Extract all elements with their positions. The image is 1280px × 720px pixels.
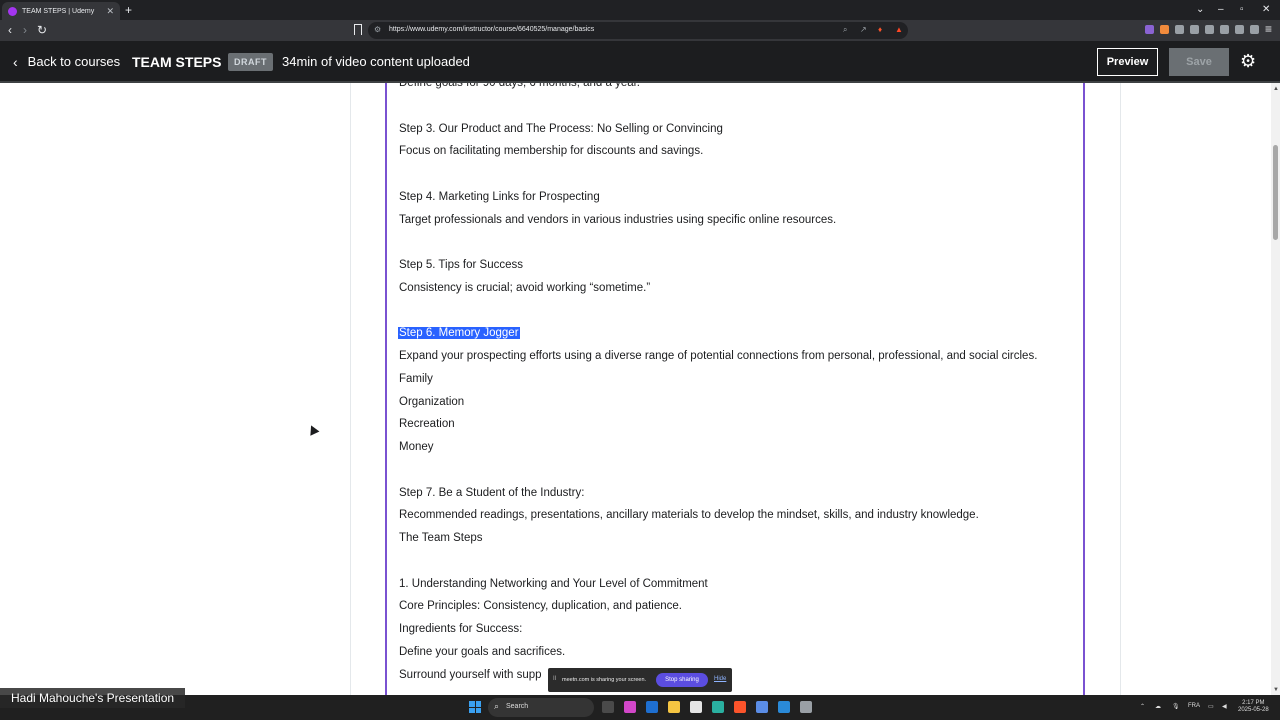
selected-text-line: Step 6. Memory Jogger xyxy=(398,327,520,340)
edge-icon[interactable] xyxy=(712,701,724,713)
extensions-puzzle-icon[interactable] xyxy=(1175,25,1184,34)
editor-text-line: Family xyxy=(399,372,433,385)
rich-text-editor[interactable]: Define goals for 90 days, 6 months, and … xyxy=(385,83,1085,703)
editor-text-line: 1. Understanding Networking and Your Lev… xyxy=(399,577,708,590)
editor-text-line: Step 7. Be a Student of the Industry: xyxy=(399,486,585,499)
volume-icon[interactable]: ◀ xyxy=(1222,703,1227,710)
mouse-cursor-icon xyxy=(306,423,320,436)
network-icon[interactable]: ▭ xyxy=(1208,703,1214,710)
extension-icon[interactable] xyxy=(1160,25,1169,34)
downloads-icon[interactable] xyxy=(1190,25,1199,34)
clock-date: 2025-05-28 xyxy=(1238,707,1269,713)
minimize-icon[interactable]: – xyxy=(1218,3,1224,17)
microphone-icon[interactable]: 🎙 xyxy=(1172,703,1180,710)
store-icon[interactable] xyxy=(690,701,702,713)
window-close-icon[interactable]: ✕ xyxy=(1262,3,1270,17)
editor-text-line: Step 5. Tips for Success xyxy=(399,259,524,271)
tab-close-icon[interactable]: ✕ xyxy=(106,6,114,16)
back-label: Back to courses xyxy=(27,54,121,69)
content-column-left-border xyxy=(350,83,351,695)
zoom-icon[interactable]: ⌕ xyxy=(843,25,847,35)
search-icon: ⌕ xyxy=(494,701,500,711)
nav-forward-icon[interactable]: › xyxy=(23,23,27,37)
copilot-icon[interactable] xyxy=(624,701,636,713)
clock-time: 2:17 PM xyxy=(1242,700,1265,706)
tab-search-chevron-icon[interactable]: ⌄ xyxy=(1196,3,1204,17)
windows-taskbar: ⌕ Search ⌃ ☁ 🎙 FRA ▭ ◀ 2:17 PM 2025-05-2… xyxy=(0,695,1280,720)
editor-text-line: Consistency is crucial; avoid working “s… xyxy=(399,281,651,294)
presentation-label: Hadi Mahouche's Presentation xyxy=(0,688,185,708)
language-indicator[interactable]: FRA xyxy=(1188,703,1200,709)
browser-menu-icon[interactable]: ≡ xyxy=(1265,22,1272,36)
new-tab-icon[interactable]: + xyxy=(125,3,132,17)
editor-text-line: Step 3. Our Product and The Process: No … xyxy=(399,122,723,135)
outlook-icon[interactable] xyxy=(646,701,658,713)
brave-shield-icon[interactable]: ♦ xyxy=(878,25,882,34)
tray-chevron-icon[interactable]: ⌃ xyxy=(1140,703,1145,710)
editor-text-line: Recommended readings, presentations, anc… xyxy=(399,509,979,522)
hide-banner-link[interactable]: Hide xyxy=(714,676,726,682)
browser-toolbar: ‹ › ↻ ⚙ https://www.udemy.com/instructor… xyxy=(0,20,1280,41)
editor-text-line: Define goals for 90 days, 6 months, and … xyxy=(399,83,641,89)
file-explorer-icon[interactable] xyxy=(668,701,680,713)
gear-icon[interactable]: ⚙ xyxy=(1240,52,1256,70)
status-badge: DRAFT xyxy=(228,53,273,71)
maximize-icon[interactable]: ▫ xyxy=(1240,3,1244,17)
course-title: TEAM STEPS xyxy=(132,54,222,70)
editor-text-line: Ingredients for Success: xyxy=(399,623,523,635)
udemy-favicon-icon xyxy=(8,6,17,16)
save-button[interactable]: Save xyxy=(1169,48,1229,76)
editor-text-line: Expand your prospecting efforts using a … xyxy=(399,350,1038,362)
windows-start-icon[interactable] xyxy=(469,701,481,713)
extension-icon[interactable] xyxy=(1145,25,1154,34)
share-message: meetn.com is sharing your screen. xyxy=(562,677,647,683)
tab-title: TEAM STEPS | Udemy xyxy=(22,7,95,15)
site-info-icon[interactable]: ⚙ xyxy=(374,25,381,34)
weather-icon[interactable]: ☁ xyxy=(1155,703,1161,710)
taskbar-search[interactable]: ⌕ Search xyxy=(488,698,594,717)
brave-icon[interactable] xyxy=(734,701,746,713)
scrollbar-thumb[interactable] xyxy=(1273,145,1278,240)
scroll-down-icon[interactable]: ▼ xyxy=(1273,687,1279,693)
bookmark-icon[interactable] xyxy=(354,24,362,35)
browser-tab[interactable]: TEAM STEPS | Udemy ✕ xyxy=(2,2,120,20)
app-icon[interactable] xyxy=(756,701,768,713)
nav-back-icon[interactable]: ‹ xyxy=(8,23,12,37)
editor-text-line: Target professionals and vendors in vari… xyxy=(399,213,837,226)
back-to-courses-link[interactable]: ‹ Back to courses xyxy=(13,54,120,69)
editor-text-line: The Team Steps xyxy=(399,532,483,544)
editor-text-line: Step 4. Marketing Links for Prospecting xyxy=(399,190,600,203)
screen-share-banner: II meetn.com is sharing your screen. Sto… xyxy=(548,668,732,692)
task-view-icon[interactable] xyxy=(602,701,614,713)
stop-sharing-button[interactable]: Stop sharing xyxy=(656,673,708,687)
shield-icon[interactable] xyxy=(1250,25,1259,34)
system-clock[interactable]: 2:17 PM 2025-05-28 xyxy=(1238,700,1269,714)
vpn-icon[interactable] xyxy=(1235,25,1244,34)
pause-icon: II xyxy=(553,676,557,682)
browser-tab-strip: TEAM STEPS | Udemy ✕ + ⌄ – ▫ ✕ xyxy=(0,0,1280,20)
brave-rewards-icon[interactable]: ▲ xyxy=(895,25,903,34)
editor-text-line: Focus on facilitating membership for dis… xyxy=(399,145,704,158)
search-label: Search xyxy=(506,703,529,710)
scroll-up-icon[interactable]: ▲ xyxy=(1273,86,1279,92)
wallet-icon[interactable] xyxy=(1220,25,1229,34)
share-icon[interactable]: ↗ xyxy=(860,25,867,34)
telegram-icon[interactable] xyxy=(778,701,790,713)
editor-text-line: Define your goals and sacrifices. xyxy=(399,645,566,658)
settings-icon[interactable] xyxy=(800,701,812,713)
course-manage-header: ‹ Back to courses TEAM STEPS DRAFT 34min… xyxy=(0,41,1280,83)
editor-text-line: Recreation xyxy=(399,418,455,431)
address-bar[interactable]: ⚙ https://www.udemy.com/instructor/cours… xyxy=(368,22,908,39)
preview-button[interactable]: Preview xyxy=(1097,48,1158,76)
chevron-left-icon: ‹ xyxy=(13,53,18,70)
editor-text-line: Organization xyxy=(399,395,465,408)
reload-icon[interactable]: ↻ xyxy=(37,23,47,37)
editor-text-line: Money xyxy=(399,441,434,453)
content-column-right-border xyxy=(1120,83,1121,695)
editor-text-line: Surround yourself with supp xyxy=(399,668,542,681)
upload-status: 34min of video content uploaded xyxy=(282,54,470,69)
editor-text-line: Core Principles: Consistency, duplicatio… xyxy=(399,600,682,613)
sidebar-icon[interactable] xyxy=(1205,25,1214,34)
url-text: https://www.udemy.com/instructor/course/… xyxy=(389,26,595,33)
